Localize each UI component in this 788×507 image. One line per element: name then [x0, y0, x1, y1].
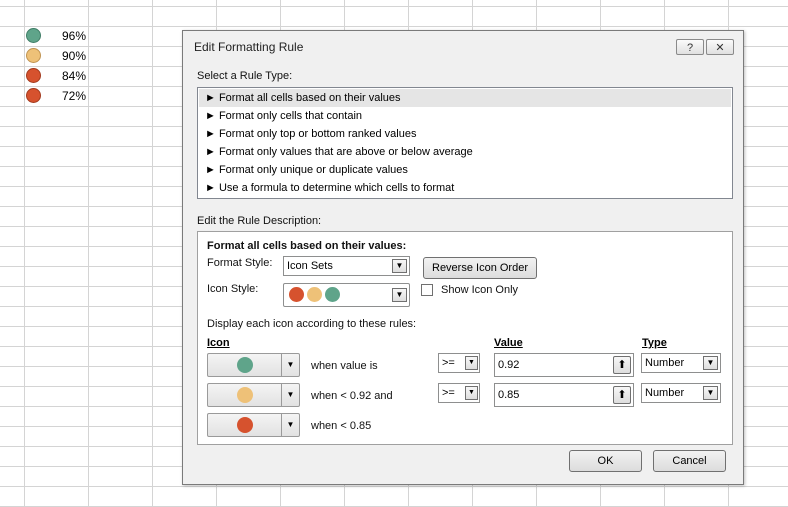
operator-select-1[interactable]: >= ▼: [438, 353, 480, 373]
rule-type-item[interactable]: ► Format only unique or duplicate values: [199, 161, 731, 179]
show-icon-only-checkbox[interactable]: [421, 284, 433, 296]
rule-condition-2: when < 0.92 and: [311, 390, 393, 402]
cancel-button[interactable]: Cancel: [653, 450, 726, 472]
format-style-select[interactable]: Icon Sets ▼: [283, 256, 410, 276]
chevron-down-icon: ▼: [281, 384, 299, 406]
cell-value: 96%: [61, 29, 86, 43]
cell-value: 72%: [61, 89, 86, 103]
arrow-icon: ►: [205, 182, 219, 194]
display-rules-label: Display each icon according to these rul…: [207, 318, 417, 330]
arrow-icon: ►: [205, 146, 219, 158]
type-select-1[interactable]: Number ▼: [641, 353, 721, 373]
value-input-1[interactable]: 0.92 ⬆: [494, 353, 634, 377]
title-bar[interactable]: Edit Formatting Rule ? ✕: [183, 31, 743, 61]
rule-type-item[interactable]: ► Format all cells based on their values: [199, 89, 731, 107]
edit-formatting-rule-dialog: Edit Formatting Rule ? ✕ Select a Rule T…: [182, 30, 744, 485]
rule-type-item[interactable]: ► Format only top or bottom ranked value…: [199, 125, 731, 143]
type-select-2[interactable]: Number ▼: [641, 383, 721, 403]
type-column-header: Type: [642, 337, 667, 349]
green-circle-icon: [26, 28, 41, 43]
help-button[interactable]: ?: [676, 39, 704, 55]
rule-condition-1: when value is: [311, 360, 378, 372]
dialog-title: Edit Formatting Rule: [194, 40, 304, 54]
rule-type-list[interactable]: ► Format all cells based on their values…: [197, 87, 733, 199]
arrow-icon: ►: [205, 110, 219, 122]
rule-type-item[interactable]: ► Format only values that are above or b…: [199, 143, 731, 161]
sheet-row[interactable]: 96%: [26, 26, 88, 46]
yellow-circle-icon: [26, 48, 41, 63]
description-heading: Format all cells based on their values:: [207, 240, 407, 252]
icon-style-select[interactable]: ▼: [283, 283, 410, 307]
chevron-down-icon: ▼: [703, 356, 718, 370]
icon-select-2[interactable]: ▼: [207, 383, 300, 407]
value-column-header: Value: [494, 337, 523, 349]
yellow-circle-icon: [237, 387, 253, 403]
range-picker-icon[interactable]: ⬆: [613, 386, 631, 404]
rule-type-item[interactable]: ► Use a formula to determine which cells…: [199, 179, 731, 197]
rule-condition-3: when < 0.85: [311, 420, 372, 432]
edit-rule-description-label: Edit the Rule Description:: [197, 215, 322, 227]
rule-type-item[interactable]: ► Format only cells that contain: [199, 107, 731, 125]
range-picker-icon[interactable]: ⬆: [613, 356, 631, 374]
chevron-down-icon: ▼: [703, 386, 718, 400]
icon-select-1[interactable]: ▼: [207, 353, 300, 377]
green-circle-icon: [237, 357, 253, 373]
red-circle-icon: [26, 88, 41, 103]
operator-select-2[interactable]: >= ▼: [438, 383, 480, 403]
cell-value: 90%: [61, 49, 86, 63]
yellow-circle-icon: [307, 287, 322, 302]
sheet-row[interactable]: 90%: [26, 46, 88, 66]
chevron-down-icon: ▼: [392, 259, 407, 273]
chevron-down-icon: ▼: [392, 288, 407, 302]
icon-select-3[interactable]: ▼: [207, 413, 300, 437]
format-style-label: Format Style:: [207, 257, 273, 269]
cell-value: 84%: [61, 69, 86, 83]
rule-description-panel: Format all cells based on their values: …: [197, 231, 733, 445]
arrow-icon: ►: [205, 128, 219, 140]
chevron-down-icon: ▼: [281, 414, 299, 436]
arrow-icon: ►: [205, 92, 219, 104]
chevron-down-icon: ▼: [281, 354, 299, 376]
icon-column-header: Icon: [207, 337, 230, 349]
red-circle-icon: [26, 68, 41, 83]
chevron-down-icon: ▼: [465, 356, 478, 370]
reverse-icon-order-button[interactable]: Reverse Icon Order: [423, 257, 537, 279]
green-circle-icon: [325, 287, 340, 302]
chevron-down-icon: ▼: [465, 386, 478, 400]
red-circle-icon: [237, 417, 253, 433]
select-rule-type-label: Select a Rule Type:: [197, 70, 293, 82]
arrow-icon: ►: [205, 164, 219, 176]
ok-button[interactable]: OK: [569, 450, 642, 472]
sheet-row[interactable]: 72%: [26, 86, 88, 106]
red-circle-icon: [289, 287, 304, 302]
value-input-2[interactable]: 0.85 ⬆: [494, 383, 634, 407]
close-button[interactable]: ✕: [706, 39, 734, 55]
icon-style-label: Icon Style:: [207, 283, 259, 295]
sheet-row[interactable]: 84%: [26, 66, 88, 86]
show-icon-only-label: Show Icon Only: [441, 284, 519, 296]
